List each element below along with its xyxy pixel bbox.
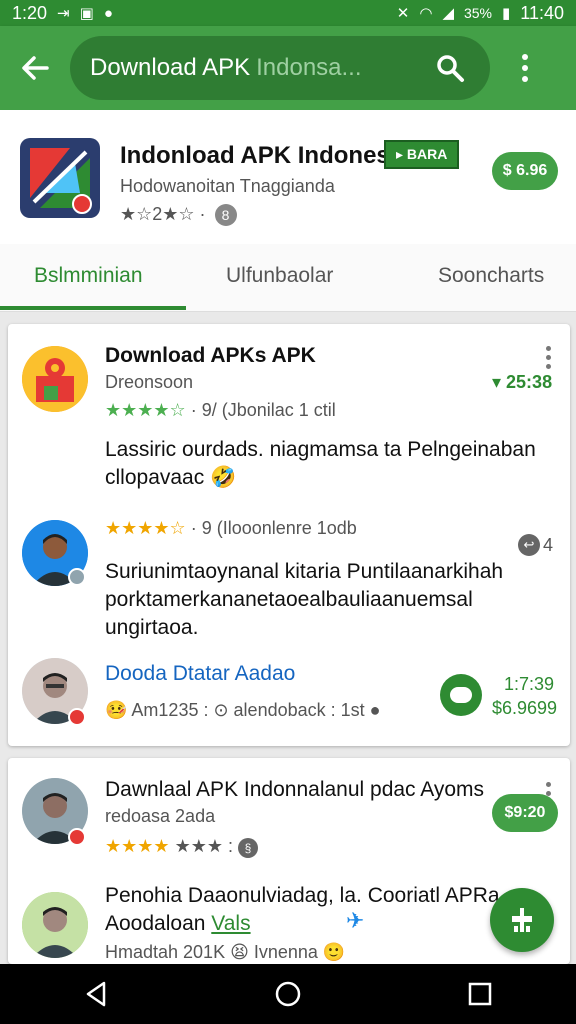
signal-icon: ◢	[442, 4, 454, 22]
review-card: Dawnlaal APK Indonnalanul pdac Ayoms red…	[8, 758, 570, 964]
app-avatar-icon	[22, 346, 88, 412]
item-rating: ★★★★☆ · 9/ (Jbonilac 1 ctil	[105, 400, 336, 421]
item-title[interactable]: Dawnlaal APK Indonnalanul pdac Ayoms	[105, 778, 484, 802]
search-query: Download APK	[90, 54, 251, 81]
app-rating: ★☆2★☆ · 8	[120, 204, 237, 226]
search-text: Download APK Indonsa...	[90, 54, 430, 82]
tab-overview[interactable]: Bslmminian	[34, 264, 143, 288]
item-link[interactable]: Dooda Dtatar Aadao	[105, 662, 295, 686]
cart-fab-button[interactable]	[490, 888, 554, 952]
status-time-left: 1:20	[12, 2, 48, 23]
reply-icon: ↩	[518, 534, 540, 556]
item-meta: Hmadtah 201K 😫 Ivnenna 🙂	[105, 942, 346, 962]
item-title-text: Aoodaloan	[105, 912, 206, 935]
item-time: 1:7:39	[504, 674, 555, 694]
chat-icon	[450, 687, 472, 703]
app-status-badge: ▸ BARA	[384, 140, 460, 169]
info-icon[interactable]: 8	[214, 204, 237, 226]
tab-reviews[interactable]: Ulfunbaolar	[226, 264, 333, 288]
install-price-button[interactable]: $9:20	[492, 794, 558, 832]
item-title[interactable]: Download APKs APK	[105, 344, 316, 368]
person-avatar-icon	[22, 892, 88, 958]
item-body: Lassiric ourdads. niagmamsa ta Pelngeina…	[105, 438, 536, 489]
stars-icon: ★★★★☆	[105, 400, 186, 420]
item-body: Suriunimtaoynanal kitaria Puntilaanarkih…	[105, 560, 504, 639]
item-meta: 🤒 Am1235 : ⊙ alendoback : 1st ●	[105, 700, 381, 720]
info-icon: §	[238, 838, 258, 858]
tab-bar: Bslmminian Ulfunbaolar Sooncharts	[0, 244, 576, 312]
item-link-word[interactable]: Vals	[211, 912, 250, 935]
verified-icon	[68, 568, 86, 586]
app-title: Indonload APK Indonesia	[120, 142, 410, 169]
app-rating-text: ★☆2★☆ ·	[120, 204, 206, 224]
fish-icon: ✈	[346, 908, 365, 933]
reply-count[interactable]: ↩ 4	[518, 534, 553, 556]
item-subtitle: redoasa 2ada	[105, 806, 216, 826]
dot-icon: ●	[103, 4, 113, 22]
cart-icon	[512, 908, 532, 932]
tab-related[interactable]: Sooncharts	[438, 264, 544, 288]
nav-back-button[interactable]	[66, 964, 126, 1024]
stars-icon: ★★★★	[105, 836, 170, 856]
triangle-back-icon	[86, 981, 106, 1007]
stars-icon: ★★★★☆	[105, 518, 186, 538]
review-card: Download APKs APK Dreonsoon ▾ 25:38 ★★★★…	[8, 324, 570, 746]
square-recents-icon	[468, 982, 492, 1006]
item-title-line2: Aoodaloan Vals	[105, 912, 251, 936]
item-title[interactable]: Penohia Daaonulviadag, la. Cooriatl APRa	[105, 884, 500, 908]
more-options-button[interactable]	[490, 26, 560, 110]
nav-recents-button[interactable]	[450, 964, 510, 1024]
item-rating: ★★★★ ★★★ : §	[105, 836, 258, 858]
status-time-right: 11:40	[520, 2, 564, 23]
toolbar: Download APK Indonsa...	[0, 26, 576, 110]
item-more-icon[interactable]	[546, 346, 551, 369]
app-header: Indonload APK Indonesia ▸ BARA Hodowanoi…	[0, 110, 576, 244]
search-placeholder: Indonsa...	[256, 54, 362, 81]
tab-indicator	[0, 306, 186, 310]
battery-icon: ▮	[502, 4, 511, 22]
search-input[interactable]: Download APK Indonsa...	[70, 36, 490, 100]
mute-icon: ✕	[396, 4, 410, 22]
item-rating-text: ★★★ :	[174, 836, 233, 856]
nav-home-button[interactable]	[258, 964, 318, 1024]
avatar[interactable]	[22, 346, 88, 412]
circle-home-icon	[275, 981, 301, 1007]
item-rating: ★★★★☆ · 9 (Ilooonlenre 1odb	[105, 518, 357, 539]
search-icon	[437, 55, 464, 82]
navigation-bar	[0, 964, 576, 1024]
app-notification-icon: ▣	[79, 4, 94, 22]
app-badge-icon	[72, 194, 92, 214]
item-rating-text: · 9 (Ilooonlenre 1odb	[190, 518, 357, 538]
item-rating-text: · 9/ (Jbonilac 1 ctil	[190, 400, 336, 420]
status-badge	[68, 708, 86, 726]
chat-button[interactable]	[440, 674, 482, 716]
back-button[interactable]	[0, 26, 70, 110]
status-badge	[68, 828, 86, 846]
item-amount: $6.9699	[492, 698, 558, 718]
arrow-left-icon	[22, 56, 49, 80]
usb-icon: ⇥	[57, 4, 70, 22]
status-bar: 1:20 ⇥ ▣ ● ✕ ◠ ◢ 35% ▮ 11:40	[0, 0, 576, 26]
reply-count-value: 4	[543, 534, 554, 555]
item-price: ▾ 25:38	[492, 372, 553, 392]
avatar[interactable]	[22, 892, 88, 958]
battery-percent: 35%	[463, 5, 493, 21]
item-subtitle: Dreonsoon	[105, 372, 194, 392]
search-button[interactable]	[430, 48, 470, 88]
more-vert-icon	[522, 54, 528, 82]
install-price-button[interactable]: $ 6.96	[492, 152, 558, 190]
app-icon[interactable]	[20, 138, 100, 218]
app-developer: Hodowanoitan Tnaggianda	[120, 176, 335, 196]
wifi-icon: ◠	[419, 4, 433, 22]
